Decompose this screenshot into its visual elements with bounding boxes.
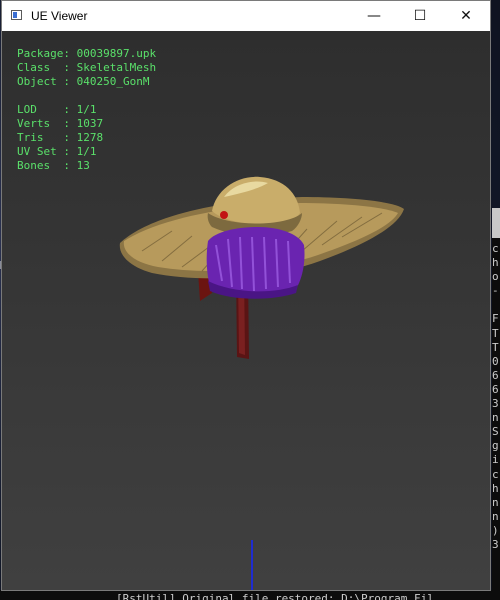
console-char: h — [492, 256, 499, 270]
maximize-icon: ☐ — [413, 8, 427, 24]
console-char: i — [492, 453, 499, 467]
console-char: 0 — [492, 354, 499, 368]
3d-viewport[interactable]: Package: 00039897.upk Class : SkeletalMe… — [2, 31, 490, 590]
console-scrollbar[interactable] — [492, 208, 500, 238]
console-char: n — [492, 411, 499, 425]
console-char: 3 — [492, 397, 499, 411]
console-char: c — [492, 467, 499, 481]
skeletal-mesh-render — [119, 176, 404, 359]
console-char: - — [492, 284, 499, 298]
console-char: T — [492, 326, 499, 340]
console-char: 6 — [492, 368, 499, 382]
ue-viewer-window: UE Viewer — ☐ ✕ Package: 00039897.upk Cl… — [1, 0, 491, 591]
console-text-column: cho- F T T 0 6 6 3 n Sg i c h n n) 3 — [492, 242, 500, 552]
console-char: h — [492, 481, 499, 495]
console-char: g — [492, 439, 499, 453]
console-char: S — [492, 425, 499, 439]
console-char: o — [492, 270, 499, 284]
console-char: ) — [492, 523, 499, 537]
console-bottom-line: [RstUtil] Original file restored: D:\Pro… — [116, 592, 434, 600]
close-button[interactable]: ✕ — [443, 1, 489, 31]
maximize-button[interactable]: ☐ — [397, 1, 443, 31]
window-title: UE Viewer — [31, 9, 88, 23]
console-char: T — [492, 340, 499, 354]
console-char: 3 — [492, 537, 499, 551]
minimize-button[interactable]: — — [351, 1, 397, 31]
console-char: F — [492, 312, 499, 326]
axis-line-z — [251, 540, 253, 590]
console-char: c — [492, 242, 499, 255]
minimize-icon: — — [367, 8, 381, 24]
background-console-window: cho- F T T 0 6 6 3 n Sg i c h n n) 3 — [492, 208, 500, 600]
console-char: n — [492, 495, 499, 509]
background-console-bottom: [RstUtil] Original file restored: D:\Pro… — [0, 590, 500, 600]
title-bar[interactable]: UE Viewer — ☐ ✕ — [2, 1, 490, 31]
console-char: n — [492, 509, 499, 523]
console-char — [492, 298, 500, 312]
console-char: 6 — [492, 382, 499, 396]
app-window-icon — [11, 10, 22, 20]
mesh-red-eye — [220, 211, 228, 219]
close-icon: ✕ — [460, 8, 472, 24]
